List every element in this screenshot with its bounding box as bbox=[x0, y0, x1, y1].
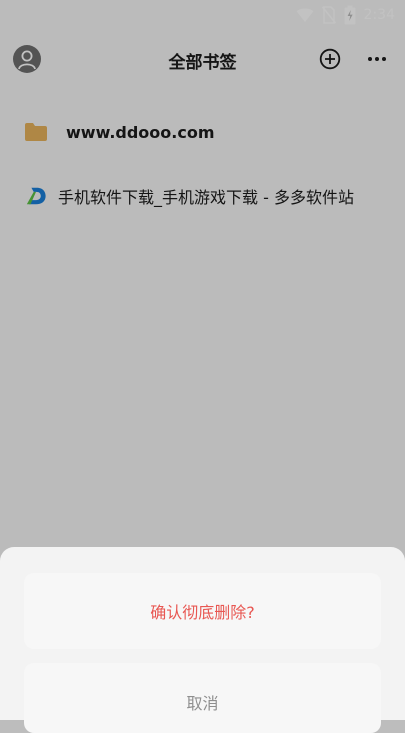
bookmarks-screen: 2:34 全部书签 www.ddooo.com 手机软件下载_手机游戏下载 - … bbox=[0, 0, 405, 733]
cancel-button[interactable]: 取消 bbox=[24, 663, 381, 733]
confirm-sheet: 确认彻底删除? 取消 bbox=[0, 547, 405, 733]
cancel-label: 取消 bbox=[186, 694, 219, 713]
confirm-delete-label: 确认彻底删除? bbox=[150, 603, 255, 622]
confirm-delete-button[interactable]: 确认彻底删除? bbox=[24, 573, 381, 649]
